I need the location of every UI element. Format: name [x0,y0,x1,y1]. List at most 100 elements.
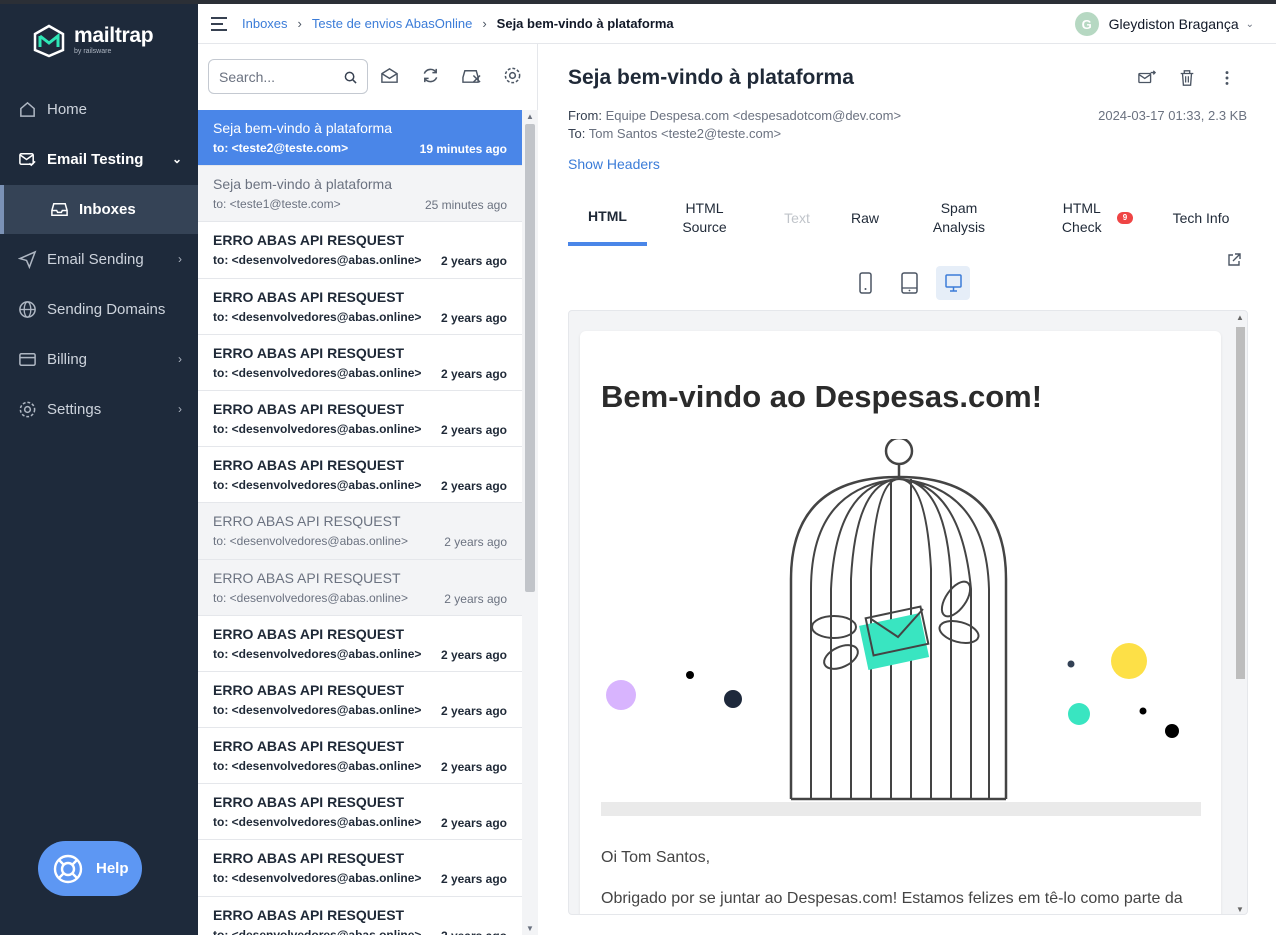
to-label: To: [568,126,586,141]
message-actions [1138,69,1236,87]
list-item[interactable]: Seja bem-vindo à plataforma to: <teste1@t… [198,166,522,223]
tab-label: HTML [588,207,627,224]
mailtrap-logo[interactable]: mailtrap by railsware [32,23,154,58]
from-value: Equipe Despesa.com <despesadotcom@dev.co… [605,108,902,123]
tab-html-source[interactable]: HTML Source [668,190,741,246]
message-subject: ERRO ABAS API RESQUEST [213,625,405,642]
trash-icon[interactable] [1178,69,1196,87]
message-subject: ERRO ABAS API RESQUEST [213,738,405,755]
desktop-icon [944,274,962,292]
scroll-down-arrow[interactable]: ▼ [1236,905,1244,914]
mobile-icon [858,272,872,294]
mark-read-icon[interactable] [380,66,399,85]
preview-scrollbar[interactable]: ▲ ▼ [1233,311,1247,914]
list-item[interactable]: ERRO ABAS API RESQUEST to: <desenvolvedor… [198,728,522,785]
from-label: From: [568,108,602,123]
scrollbar-thumb[interactable] [1236,327,1245,679]
tablet-icon [900,272,918,294]
list-item[interactable]: ERRO ABAS API RESQUEST to: <desenvolvedor… [198,335,522,391]
home-icon [20,101,35,117]
gear-icon[interactable] [503,66,522,85]
avatar: G [1074,12,1099,36]
list-item[interactable]: ERRO ABAS API RESQUEST to: <desenvolvedor… [198,897,522,935]
tablet-view-button[interactable] [892,266,926,300]
user-menu[interactable]: G Gleydiston Bragança ⌄ [1074,12,1254,36]
breadcrumb: Inboxes › Teste de envios AbasOnline › S… [242,16,674,31]
show-headers-link[interactable]: Show Headers [568,156,660,172]
brand-name: mailtrap [74,23,154,47]
tab-html[interactable]: HTML [568,190,647,246]
inbox-icon [51,203,68,216]
mobile-view-button[interactable] [848,266,882,300]
sidebar-item-label: Sending Domains [47,300,166,318]
tab-tech-info[interactable]: Tech Info [1172,190,1230,246]
globe-icon [19,300,36,318]
sidebar: mailtrap by railsware Home Email Testing… [0,4,198,935]
open-external-icon[interactable] [1226,252,1242,268]
device-switcher [848,266,970,300]
scroll-up-arrow[interactable]: ▲ [526,112,534,121]
tab-label: Spam Analysis [932,200,986,235]
message-time: 2 years ago [444,535,507,550]
mailtrap-logo-icon [33,24,65,58]
sidebar-item-email-sending[interactable]: Email Sending › [0,234,198,284]
scroll-up-arrow[interactable]: ▲ [1236,313,1244,322]
list-item[interactable]: ERRO ABAS API RESQUEST to: <desenvolvedor… [198,840,522,897]
list-item[interactable]: Seja bem-vindo à plataforma to: <teste2@t… [198,110,522,167]
sidebar-item-email-testing[interactable]: Email Testing ⌄ [0,134,198,184]
sidebar-item-settings[interactable]: Settings › [0,384,198,434]
tab-raw[interactable]: Raw [840,190,890,246]
message-time: 2 years ago [440,479,507,494]
desktop-view-button[interactable] [936,266,970,300]
list-item[interactable]: ERRO ABAS API RESQUEST to: <desenvolvedor… [198,672,522,729]
list-item[interactable]: ERRO ABAS API RESQUEST to: <desenvolvedor… [198,222,522,279]
list-item[interactable]: ERRO ABAS API RESQUEST to: <desenvolvedor… [198,391,522,448]
list-item[interactable]: ERRO ABAS API RESQUEST to: <desenvolvedor… [198,559,522,616]
more-options-icon[interactable] [1218,69,1236,87]
sidebar-item-billing[interactable]: Billing › [0,334,198,384]
forward-icon[interactable] [1138,69,1156,87]
tab-label: HTML Check [1061,200,1102,235]
refresh-icon[interactable] [421,66,440,85]
scroll-down-arrow[interactable]: ▼ [526,924,534,933]
scrollbar-thumb[interactable] [525,124,535,592]
list-item[interactable]: ERRO ABAS API RESQUEST to: <desenvolvedor… [198,784,522,841]
tab-html-check[interactable]: HTML Check 9 [1040,190,1150,246]
list-item[interactable]: ERRO ABAS API RESQUEST to: <desenvolvedor… [198,447,522,504]
sidebar-item-home[interactable]: Home [0,84,198,134]
breadcrumb-inboxes[interactable]: Inboxes [242,16,288,31]
search-box[interactable] [208,59,368,94]
menu-icon[interactable] [211,16,229,31]
sidebar-item-inboxes[interactable]: Inboxes [0,185,198,234]
message-time: 2 years ago [440,254,507,269]
email-body: Obrigado por se juntar ao Despesas.com! … [601,890,1183,907]
list-item[interactable]: ERRO ABAS API RESQUEST to: <desenvolvedor… [198,616,522,672]
message-time: 19 minutes ago [419,142,507,156]
sidebar-item-sending-domains[interactable]: Sending Domains [0,284,198,334]
tab-label: Tech Info [1172,209,1230,226]
chevron-down-icon: ⌄ [1245,18,1254,30]
breadcrumb-inbox[interactable]: Teste de envios AbasOnline [312,16,472,31]
list-item[interactable]: ERRO ABAS API RESQUEST to: <desenvolvedor… [198,279,522,335]
list-item[interactable]: ERRO ABAS API RESQUEST to: <desenvolvedor… [198,503,522,560]
sidebar-item-label: Email Sending [47,250,144,268]
help-button[interactable]: Help [38,841,142,896]
clear-inbox-icon[interactable] [462,66,481,85]
chevron-right-icon: › [178,402,182,416]
billing-icon [19,352,36,366]
search-input[interactable] [219,68,337,85]
tab-spam-analysis[interactable]: Spam Analysis [922,190,996,246]
tab-text: Text [772,190,822,246]
message-time: 2 years ago [440,760,507,775]
message-time: 2 years ago [440,647,507,662]
message-subject: ERRO ABAS API RESQUEST [213,513,401,530]
email-preview-frame[interactable]: Bem-vindo ao Despesas.com! Oi Tom Santos… [568,310,1248,915]
breadcrumb-current: Seja bem-vindo à plataforma [496,16,674,31]
message-list: Seja bem-vindo à plataforma to: <teste2@t… [198,110,522,935]
to-value: Tom Santos <teste2@teste.com> [588,126,782,141]
message-list-scrollbar[interactable]: ▲ ▼ [522,110,538,935]
message-subject: ERRO ABAS API RESQUEST [213,906,405,923]
date-size: 2024-03-17 01:33, 2.3 KB [1098,108,1247,123]
message-time: 2 years ago [440,310,507,325]
message-subject: ERRO ABAS API RESQUEST [213,400,405,417]
